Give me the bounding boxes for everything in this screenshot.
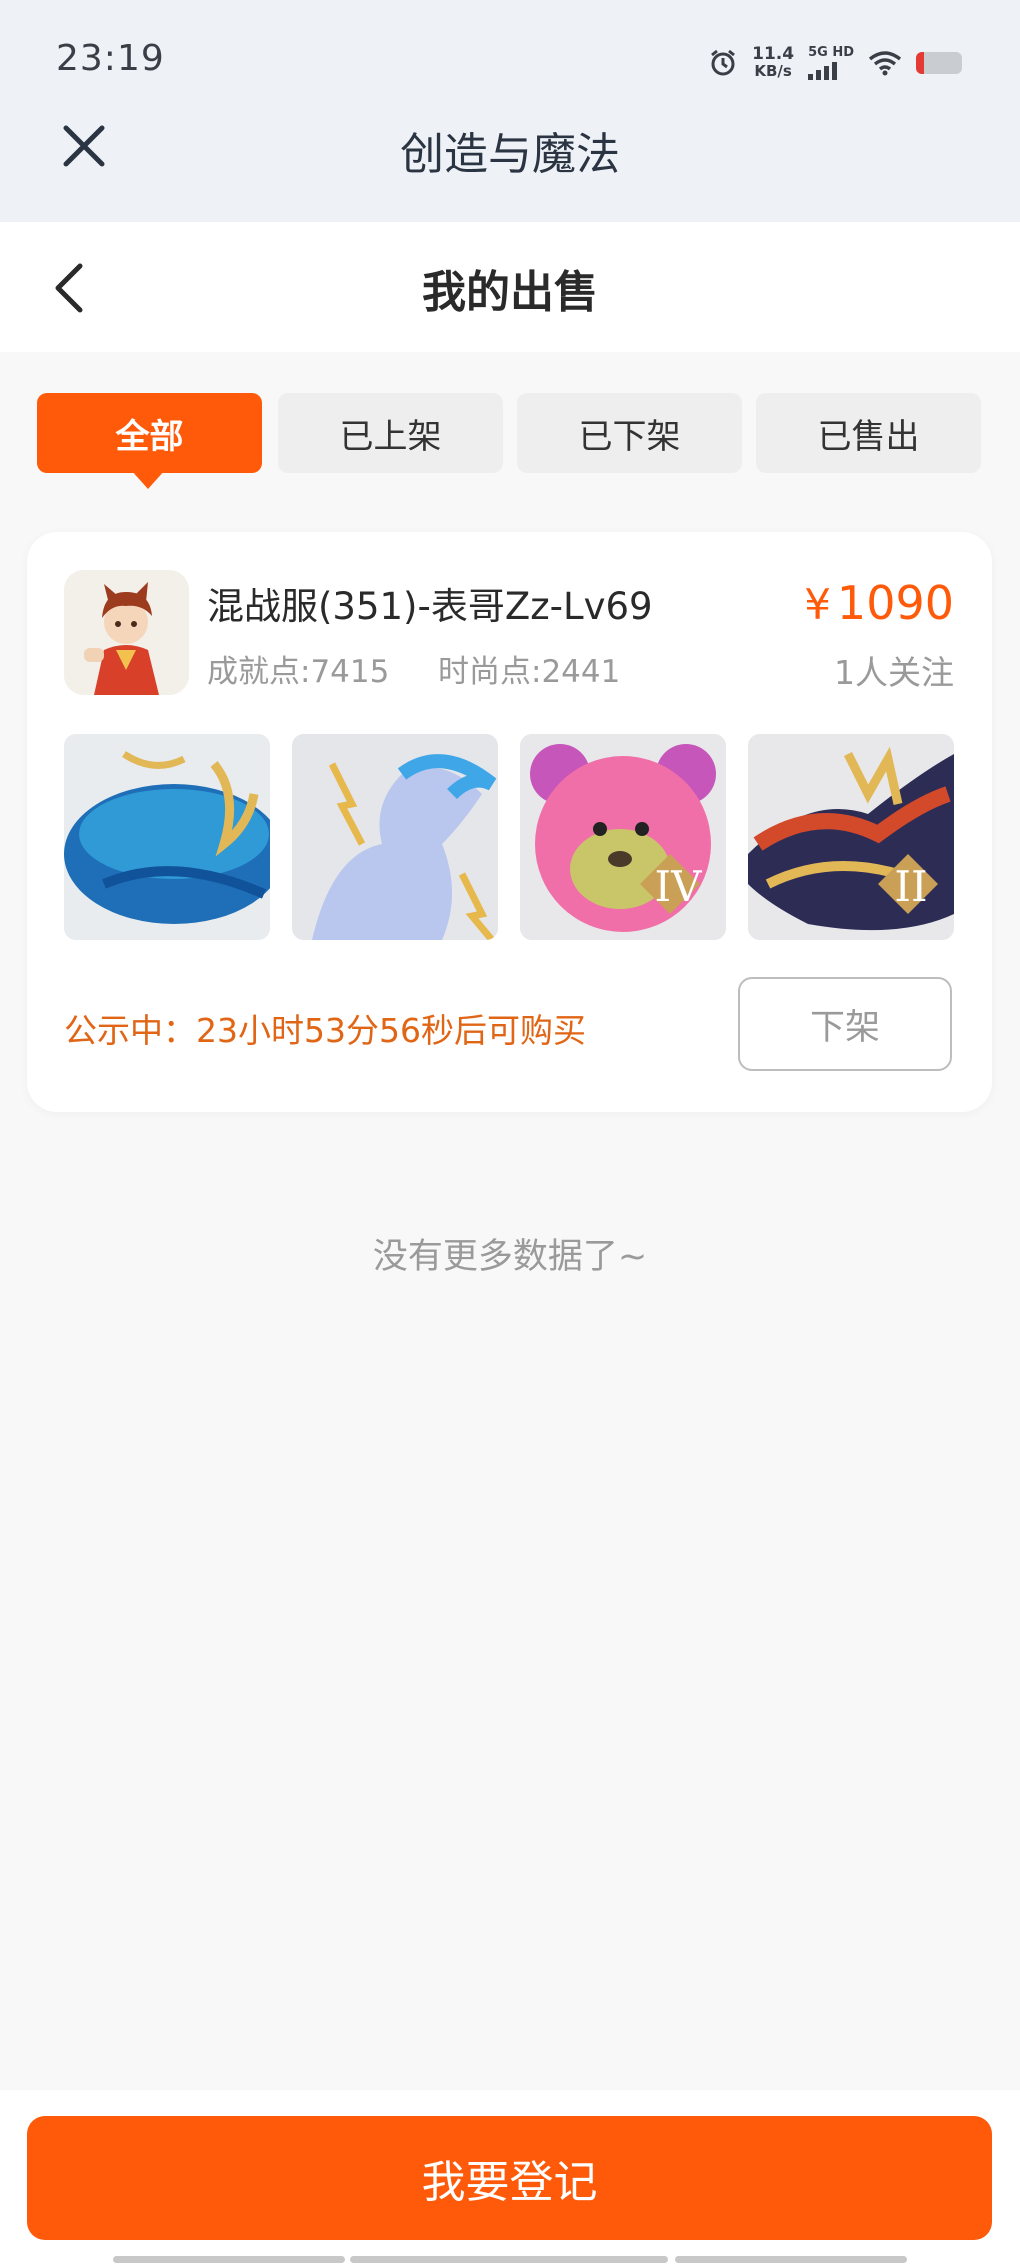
active-tab-pointer	[131, 470, 165, 489]
listing-title: 混战服(351)-表哥Zz-Lv69	[207, 585, 653, 628]
character-avatar	[64, 570, 189, 695]
item-thumbnail[interactable]: II	[748, 734, 954, 940]
tab-sold[interactable]: 已售出	[756, 393, 981, 473]
page-title: 我的出售	[422, 267, 598, 318]
signal-icon	[808, 60, 854, 80]
follower-count: 1人关注	[834, 653, 954, 692]
tab-delisted[interactable]: 已下架	[517, 393, 742, 473]
item-thumbnail[interactable]	[64, 734, 270, 940]
public-notice-countdown: 公示中：23小时53分56秒后可购买	[64, 1011, 586, 1050]
home-indicator	[675, 2256, 907, 2263]
item-tier-badge: IV	[654, 862, 702, 911]
home-indicator	[350, 2256, 668, 2263]
listing-price: ¥1090	[804, 576, 954, 630]
fashion-points: 时尚点:2441	[438, 654, 621, 690]
item-thumbnail[interactable]: IV	[520, 734, 726, 940]
item-tier-badge: II	[894, 862, 928, 911]
item-thumbnail[interactable]	[292, 734, 498, 940]
achievement-points: 成就点:7415	[207, 654, 390, 690]
no-more-data: 没有更多数据了~	[372, 1237, 648, 1277]
delist-button[interactable]: 下架	[738, 977, 952, 1071]
status-icons: 11.4 KB/s 5G HD	[708, 40, 962, 86]
tab-all[interactable]: 全部	[37, 393, 262, 473]
home-indicator	[113, 2256, 345, 2263]
tab-listed[interactable]: 已上架	[278, 393, 503, 473]
app-header	[0, 0, 1020, 222]
wifi-icon	[868, 51, 902, 76]
signal-indicator: 5G HD	[808, 46, 854, 80]
net-speed: 11.4 KB/s	[752, 44, 795, 80]
register-button[interactable]: 我要登记	[27, 2116, 992, 2240]
app-title: 创造与魔法	[400, 129, 620, 180]
alarm-icon	[711, 49, 736, 76]
status-time: 23:19	[56, 38, 165, 79]
battery-icon	[916, 52, 962, 74]
